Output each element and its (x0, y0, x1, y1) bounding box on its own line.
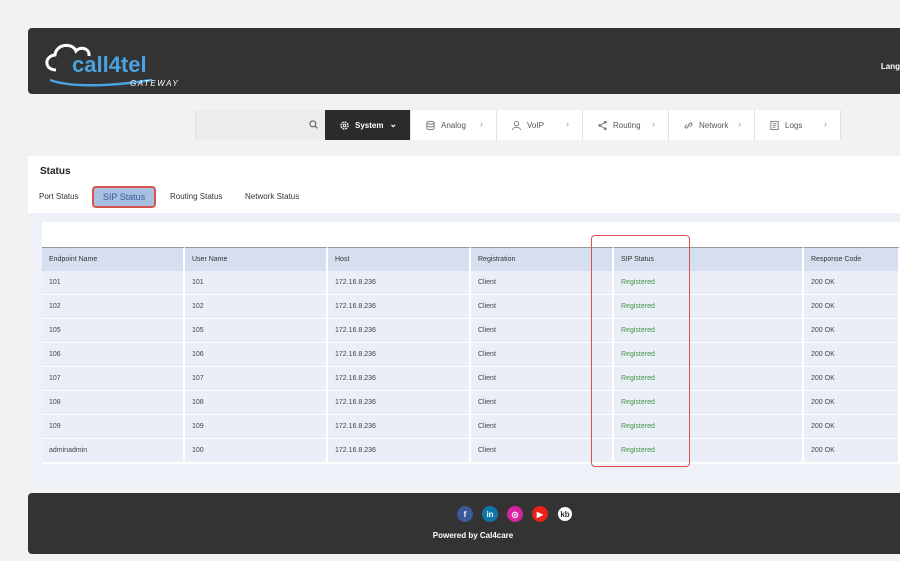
cell-host: 172.16.8.236 (328, 439, 471, 463)
cell-host: 172.16.8.236 (328, 319, 471, 343)
cell-username: 102 (185, 295, 328, 319)
table-row: 101 101 172.16.8.236 Client Registered 2… (42, 271, 900, 295)
powered-by-text: Powered by Cal4care (432, 531, 514, 540)
table-row: 106 106 172.16.8.236 Client Registered 2… (42, 343, 900, 367)
cell-username: 109 (185, 415, 328, 439)
nav-network-label: Network (699, 120, 729, 130)
sip-status-table: Endpoint Name User Name Host Registratio… (42, 247, 900, 463)
nav-routing-label: Routing (613, 120, 641, 130)
document-icon (770, 120, 779, 130)
column-header[interactable]: Host (328, 247, 471, 271)
cell-username: 108 (185, 391, 328, 415)
call4tel-logo[interactable]: call4tel GATEWAY (42, 36, 212, 88)
status-panel: Status Port Status SIP Status Routing St… (28, 156, 900, 486)
tab-routing-status[interactable]: Routing Status (170, 192, 222, 201)
gear-icon (340, 120, 349, 130)
cell-endpoint: 106 (42, 343, 185, 367)
nav-network[interactable]: Network › (669, 110, 755, 140)
table-row: 102 102 172.16.8.236 Client Registered 2… (42, 295, 900, 319)
cell-response-code: 200 OK (804, 271, 900, 295)
nav-search[interactable] (195, 110, 325, 140)
cell-username: 107 (185, 367, 328, 391)
cell-endpoint: 102 (42, 295, 185, 319)
page-title: Status (40, 166, 71, 177)
cell-username: 101 (185, 271, 328, 295)
tab-network-status[interactable]: Network Status (245, 192, 299, 201)
share-icon (598, 120, 607, 130)
tab-sip-status-label: SIP Status (102, 192, 146, 202)
app-footer: f in ◎ ▶ kb Powered by Cal4care (28, 493, 900, 554)
link-icon (684, 121, 693, 129)
column-header[interactable]: Endpoint Name (42, 247, 185, 271)
cell-endpoint: 101 (42, 271, 185, 295)
chevron-right-icon: › (480, 119, 483, 129)
cell-username: 106 (185, 343, 328, 367)
cell-host: 172.16.8.236 (328, 415, 471, 439)
nav-analog[interactable]: Analog › (411, 110, 497, 140)
user-icon (511, 120, 522, 130)
cell-response-code: 200 OK (804, 295, 900, 319)
social-links: f in ◎ ▶ kb (457, 506, 573, 522)
chevron-right-icon: › (652, 119, 655, 129)
tab-sip-status[interactable]: SIP Status (92, 186, 156, 208)
cell-endpoint: adminadmin (42, 439, 185, 463)
kb-icon[interactable]: kb (557, 506, 573, 522)
chevron-down-icon: ⌄ (389, 119, 397, 129)
cell-endpoint: 109 (42, 415, 185, 439)
cell-host: 172.16.8.236 (328, 367, 471, 391)
search-icon[interactable] (309, 120, 318, 129)
cell-host: 172.16.8.236 (328, 271, 471, 295)
cell-host: 172.16.8.236 (328, 343, 471, 367)
cell-response-code: 200 OK (804, 319, 900, 343)
cell-response-code: 200 OK (804, 367, 900, 391)
youtube-icon[interactable]: ▶ (532, 506, 548, 522)
cell-response-code: 200 OK (804, 439, 900, 463)
table-row: adminadmin 100 172.16.8.236 Client Regis… (42, 439, 900, 463)
table-row: 109 109 172.16.8.236 Client Registered 2… (42, 415, 900, 439)
cell-endpoint: 108 (42, 391, 185, 415)
nav-system[interactable]: System ⌄ (325, 110, 411, 140)
nav-system-label: System (355, 120, 384, 130)
cell-host: 172.16.8.236 (328, 391, 471, 415)
chevron-right-icon: › (566, 119, 569, 129)
column-header[interactable]: User Name (185, 247, 328, 271)
nav-routing[interactable]: Routing › (583, 110, 669, 140)
nav-logs-label: Logs (785, 120, 803, 130)
nav-logs[interactable]: Logs › (755, 110, 841, 140)
cell-response-code: 200 OK (804, 415, 900, 439)
tab-port-status[interactable]: Port Status (39, 192, 79, 201)
cell-username: 100 (185, 439, 328, 463)
sip-status-highlight-box (591, 235, 690, 467)
language-selector[interactable]: Lang (881, 62, 900, 71)
cell-response-code: 200 OK (804, 391, 900, 415)
table-header-row: Endpoint Name User Name Host Registratio… (42, 247, 900, 271)
cell-endpoint: 105 (42, 319, 185, 343)
cell-username: 105 (185, 319, 328, 343)
cell-response-code: 200 OK (804, 343, 900, 367)
status-tabs: Port Status SIP Status Routing Status Ne… (28, 186, 900, 212)
svg-text:GATEWAY: GATEWAY (130, 79, 179, 88)
database-icon (426, 120, 435, 130)
nav-voip-label: VoIP (527, 120, 544, 130)
chevron-right-icon: › (738, 119, 741, 129)
cell-endpoint: 107 (42, 367, 185, 391)
nav-voip[interactable]: VoIP › (497, 110, 583, 140)
column-header[interactable]: Response Code (804, 247, 900, 271)
table-row: 105 105 172.16.8.236 Client Registered 2… (42, 319, 900, 343)
cell-host: 172.16.8.236 (328, 295, 471, 319)
instagram-icon[interactable]: ◎ (507, 506, 523, 522)
sip-status-table-container: Endpoint Name User Name Host Registratio… (42, 222, 900, 464)
nav-analog-label: Analog (441, 120, 466, 130)
table-row: 108 108 172.16.8.236 Client Registered 2… (42, 391, 900, 415)
main-nav: System ⌄ Analog › VoIP › Routing › Netwo… (195, 110, 841, 140)
app-header: call4tel GATEWAY Lang (28, 28, 900, 94)
linkedin-icon[interactable]: in (482, 506, 498, 522)
table-row: 107 107 172.16.8.236 Client Registered 2… (42, 367, 900, 391)
facebook-icon[interactable]: f (457, 506, 473, 522)
chevron-right-icon: › (824, 119, 827, 129)
svg-text:call4tel: call4tel (72, 52, 147, 77)
